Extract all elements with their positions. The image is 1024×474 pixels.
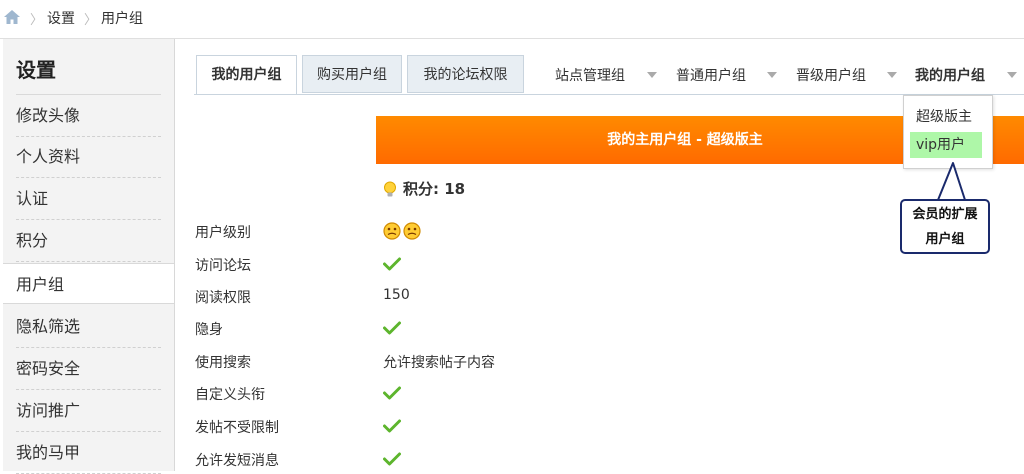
breadcrumb-settings[interactable]: 设置 (47, 8, 75, 28)
perm-label-visit: 访问论坛 (195, 258, 251, 274)
smiley-icon (383, 222, 401, 240)
sidebar-item-avatar[interactable]: 修改头像 (16, 94, 161, 137)
chevron-down-icon[interactable] (1007, 72, 1017, 78)
tab-my-group-dropdown[interactable]: 我的用户组 (915, 65, 985, 85)
chevron-down-icon[interactable] (767, 72, 777, 78)
perm-label-invisible: 隐身 (195, 322, 223, 338)
perm-label-post-unlimited: 发帖不受限制 (195, 420, 279, 436)
callout-line1: 会员的扩展 (912, 207, 978, 222)
tab-divider (194, 94, 1024, 95)
sidebar-item-profile[interactable]: 个人资料 (16, 136, 161, 178)
perm-label-level: 用户级别 (195, 225, 251, 241)
home-icon[interactable] (3, 9, 21, 25)
callout-line2: 用户组 (925, 232, 965, 247)
sidebar-item-vest[interactable]: 我的马甲 (16, 432, 161, 474)
breadcrumb-usergroup[interactable]: 用户组 (101, 8, 143, 28)
sidebar: 设置 修改头像 个人资料 认证 积分 用户组 隐私筛选 密码安全 访问推广 我的… (3, 39, 175, 474)
check-icon (383, 419, 401, 433)
perm-label-title: 自定义头衔 (195, 387, 265, 403)
chevron-down-icon[interactable] (887, 72, 897, 78)
dropdown-option-super-mod[interactable]: 超级版主 (916, 106, 972, 126)
check-icon (383, 257, 401, 271)
chevron-right-icon: 〉 (84, 13, 98, 28)
check-icon (383, 452, 401, 466)
tab-site-admin-group[interactable]: 站点管理组 (555, 65, 625, 85)
perm-label-search: 使用搜索 (195, 355, 251, 371)
sidebar-title: 设置 (16, 58, 56, 82)
perm-value-read: 150 (383, 287, 410, 303)
annotation-callout: 会员的扩展 用户组 (900, 199, 990, 254)
breadcrumb: 〉 设置 〉 用户组 (0, 0, 1024, 38)
tab-promotion-group[interactable]: 晋级用户组 (796, 65, 866, 85)
check-icon (383, 321, 401, 335)
chevron-down-icon[interactable] (647, 72, 657, 78)
lightbulb-icon (384, 181, 396, 196)
tab-forum-permissions[interactable]: 我的论坛权限 (407, 55, 524, 93)
tab-buy-usergroup[interactable]: 购买用户组 (302, 55, 402, 93)
chevron-right-icon: 〉 (30, 13, 44, 28)
check-icon (383, 386, 401, 400)
dropdown-option-vip[interactable]: vip用户 (910, 132, 982, 158)
tab-normal-group[interactable]: 普通用户组 (676, 65, 746, 85)
sidebar-item-credits[interactable]: 积分 (16, 220, 161, 262)
perm-value-search: 允许搜索帖子内容 (383, 355, 495, 371)
sidebar-item-password[interactable]: 密码安全 (16, 348, 161, 390)
sidebar-item-promotion[interactable]: 访问推广 (16, 390, 161, 432)
perm-label-pm: 允许发短消息 (195, 453, 279, 469)
smiley-icon (403, 222, 421, 240)
sidebar-item-verify[interactable]: 认证 (16, 178, 161, 220)
credits-label: 积分: 18 (403, 180, 466, 198)
tab-my-usergroup[interactable]: 我的用户组 (196, 55, 297, 95)
perm-label-read: 阅读权限 (195, 290, 251, 306)
group-dropdown-menu: 超级版主 vip用户 (903, 95, 993, 169)
credits-display: 积分: 18 (383, 178, 465, 199)
sidebar-item-usergroup[interactable]: 用户组 (3, 263, 174, 304)
sidebar-item-privacy[interactable]: 隐私筛选 (16, 306, 161, 348)
